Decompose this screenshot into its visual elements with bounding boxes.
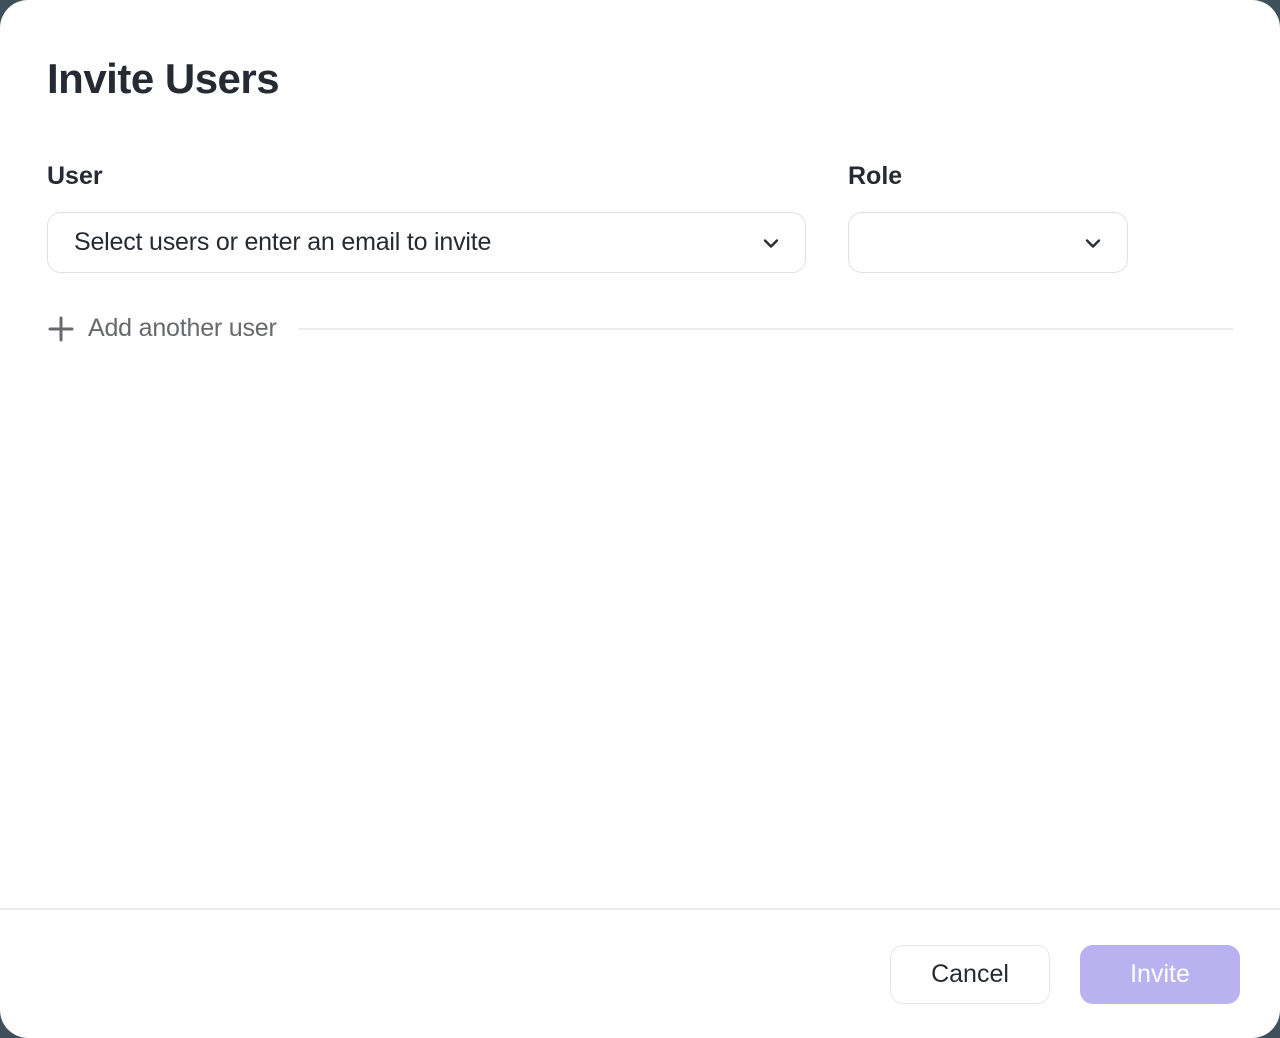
invite-form-row: User Select users or enter an email to i… xyxy=(47,162,1233,273)
add-another-user-label: Add another user xyxy=(88,314,277,343)
invite-button[interactable]: Invite xyxy=(1080,945,1240,1004)
add-another-user-row: Add another user xyxy=(47,314,1233,343)
user-field-label: User xyxy=(47,162,806,191)
page-title: Invite Users xyxy=(47,56,1233,102)
modal-footer: Cancel Invite xyxy=(0,908,1280,1038)
role-select[interactable] xyxy=(848,212,1128,273)
chevron-down-icon xyxy=(759,231,783,255)
add-another-user-button[interactable]: Add another user xyxy=(47,314,277,343)
plus-icon xyxy=(47,315,75,343)
role-field-group: Role xyxy=(848,162,1128,273)
chevron-down-icon xyxy=(1081,231,1105,255)
invite-users-modal: Invite Users User Select users or enter … xyxy=(0,0,1280,1038)
cancel-button[interactable]: Cancel xyxy=(890,945,1050,1004)
user-field-group: User Select users or enter an email to i… xyxy=(47,162,806,273)
user-select[interactable]: Select users or enter an email to invite xyxy=(47,212,806,273)
user-select-placeholder: Select users or enter an email to invite xyxy=(74,228,759,257)
role-field-label: Role xyxy=(848,162,1128,191)
row-divider xyxy=(299,328,1233,330)
modal-body: Invite Users User Select users or enter … xyxy=(0,0,1280,908)
